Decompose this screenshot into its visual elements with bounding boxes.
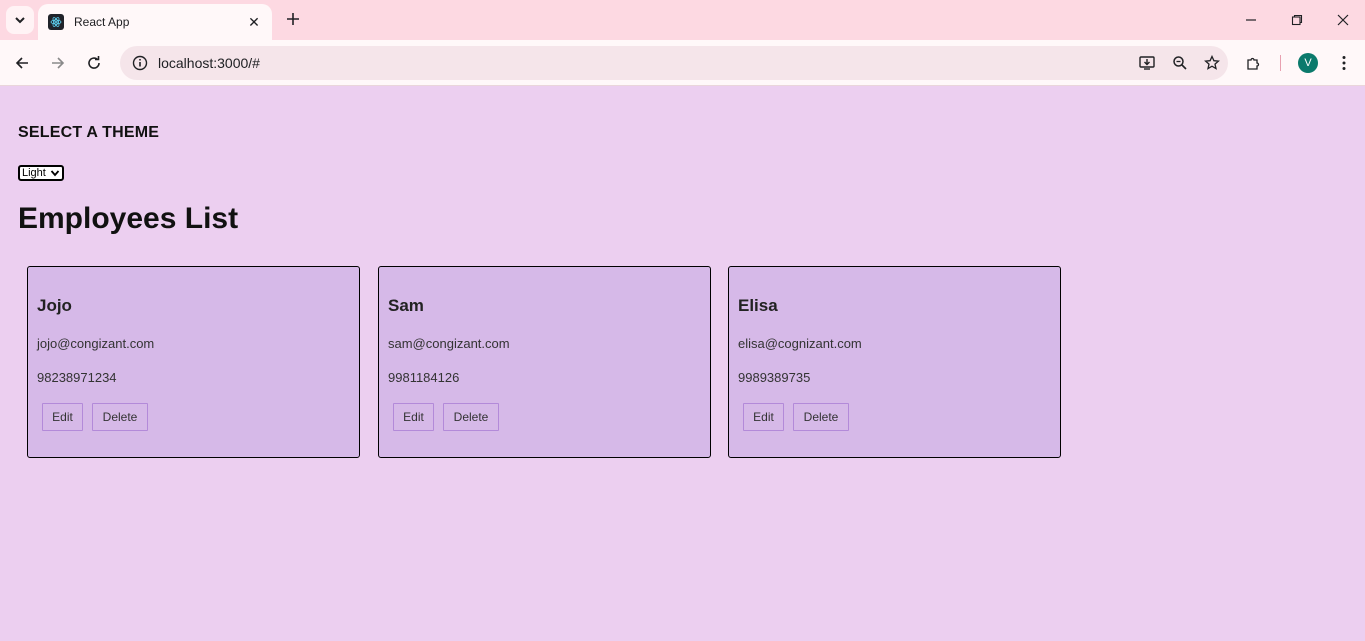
page-title: Employees List (18, 202, 239, 235)
theme-select-value: Light (22, 167, 46, 179)
browser-tab-bar: React App ✕ (0, 0, 1365, 40)
address-bar[interactable]: localhost:3000/# (120, 46, 1228, 80)
minimize-button[interactable] (1228, 0, 1274, 40)
delete-button[interactable]: Delete (793, 403, 849, 431)
theme-select[interactable]: Light (18, 165, 64, 181)
bookmark-star-icon[interactable] (1196, 55, 1228, 71)
minimize-icon (1246, 19, 1256, 21)
arrow-left-icon (15, 57, 28, 69)
browser-menu-button[interactable] (1330, 49, 1358, 77)
delete-button[interactable]: Delete (443, 403, 499, 431)
chevron-down-icon (15, 17, 25, 24)
reload-icon (88, 56, 100, 69)
employee-card: Jojo jojo@congizant.com 98238971234 Edit… (27, 266, 360, 458)
avatar: V (1298, 53, 1318, 73)
chevron-down-icon (50, 170, 60, 177)
new-tab-button[interactable] (282, 8, 304, 30)
edit-button[interactable]: Edit (393, 403, 434, 431)
close-icon (1337, 14, 1349, 26)
browser-tab[interactable]: React App ✕ (38, 4, 272, 40)
tab-search-button[interactable] (6, 6, 34, 34)
employee-phone: 98238971234 (37, 370, 117, 385)
restore-icon (1291, 14, 1303, 26)
edit-button[interactable]: Edit (743, 403, 784, 431)
employee-phone: 9981184126 (388, 370, 460, 385)
puzzle-icon (1247, 57, 1260, 70)
browser-toolbar: localhost:3000/# V (0, 40, 1365, 86)
restore-button[interactable] (1274, 0, 1320, 40)
close-window-button[interactable] (1320, 0, 1365, 40)
employee-name: Sam (388, 296, 424, 315)
tab-title: React App (74, 15, 130, 29)
employee-name: Elisa (738, 296, 778, 315)
employee-card: Sam sam@congizant.com 9981184126 Edit De… (378, 266, 711, 458)
install-app-icon[interactable] (1132, 55, 1164, 71)
theme-heading: SELECT A THEME (18, 124, 160, 141)
url-text[interactable]: localhost:3000/# (158, 55, 1132, 71)
back-button[interactable] (8, 49, 36, 77)
employee-card: Elisa elisa@cognizant.com 9989389735 Edi… (728, 266, 1061, 458)
reload-button[interactable] (80, 49, 108, 77)
employee-email: jojo@congizant.com (37, 336, 155, 351)
zoom-icon[interactable] (1164, 55, 1196, 71)
employee-email: elisa@cognizant.com (738, 336, 862, 351)
tab-close-icon[interactable]: ✕ (246, 14, 262, 31)
employee-email: sam@congizant.com (388, 336, 510, 351)
toolbar-divider (1280, 55, 1281, 71)
delete-button[interactable]: Delete (92, 403, 148, 431)
extensions-button[interactable] (1240, 49, 1268, 77)
edit-button[interactable]: Edit (42, 403, 83, 431)
employee-phone: 9989389735 (738, 370, 811, 385)
arrow-right-icon (52, 57, 65, 69)
employee-name: Jojo (37, 296, 72, 315)
forward-button[interactable] (44, 49, 72, 77)
react-logo-icon (48, 14, 64, 30)
plus-icon (287, 13, 299, 25)
profile-button[interactable]: V (1294, 49, 1322, 77)
site-info-icon[interactable] (122, 55, 158, 71)
more-vertical-icon (1342, 56, 1346, 70)
